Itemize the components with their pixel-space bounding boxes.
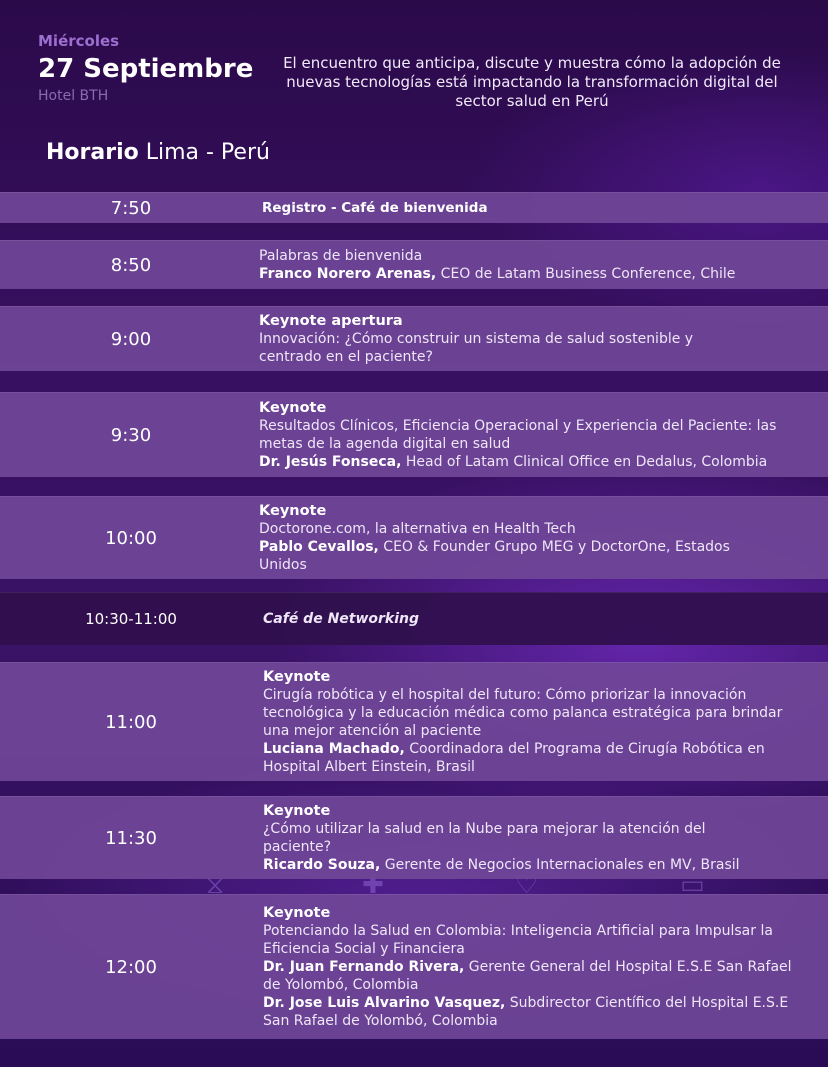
agenda-title: Keynote bbox=[263, 803, 331, 819]
agenda-time: 7:50 bbox=[110, 197, 152, 219]
speaker-name: Pablo Cevallos, bbox=[259, 539, 379, 555]
speaker-role: Gerente de Negocios Internacionales en M… bbox=[380, 857, 740, 873]
agenda-content: Keynote Doctorone.com, la alternativa en… bbox=[259, 497, 810, 579]
schedule-label: Horario bbox=[46, 140, 139, 165]
schedule-zone: Lima - Perú bbox=[138, 140, 270, 165]
agenda-time: 12:00 bbox=[105, 956, 157, 978]
agenda-row: 10:30-11:00 Café de Networking bbox=[0, 592, 828, 645]
agenda-desc: Cirugía robótica y el hospital del futur… bbox=[263, 687, 783, 739]
event-venue: Hotel BTH bbox=[38, 88, 109, 104]
event-tagline: El encuentro que anticipa, discute y mue… bbox=[283, 54, 781, 110]
agenda-content: Keynote Cirugía robótica y el hospital d… bbox=[263, 663, 810, 781]
agenda-time: 11:30 bbox=[105, 827, 157, 849]
agenda-desc: Palabras de bienvenida bbox=[259, 248, 423, 264]
speaker-name: Dr. Juan Fernando Rivera, bbox=[263, 959, 465, 975]
agenda-row: 12:00 Keynote Potenciando la Salud en Co… bbox=[0, 894, 828, 1039]
agenda-row: 9:30 Keynote Resultados Clínicos, Eficie… bbox=[0, 392, 828, 477]
event-date: 27 Septiembre bbox=[38, 54, 254, 84]
agenda-time: 11:00 bbox=[105, 711, 157, 733]
speaker-role: CEO de Latam Business Conference, Chile bbox=[436, 266, 736, 282]
agenda-row: 7:50 Registro - Café de bienvenida bbox=[0, 192, 828, 223]
agenda-title: Keynote bbox=[263, 669, 331, 685]
agenda-content: Keynote Potenciando la Salud en Colombia… bbox=[263, 895, 810, 1039]
agenda-speaker-line: Luciana Machado, Coordinadora del Progra… bbox=[263, 740, 810, 776]
agenda-title: Keynote bbox=[259, 400, 327, 416]
agenda-row: 9:00 Keynote apertura Innovación: ¿Cómo … bbox=[0, 306, 828, 371]
agenda-row: 8:50 Palabras de bienvenida Franco Norer… bbox=[0, 240, 828, 289]
agenda-time: 10:00 bbox=[105, 527, 157, 549]
agenda-row: 10:00 Keynote Doctorone.com, la alternat… bbox=[0, 496, 828, 579]
agenda-title: Keynote apertura bbox=[259, 313, 403, 329]
speaker-name: Franco Norero Arenas, bbox=[259, 266, 437, 282]
agenda-desc: Doctorone.com, la alternativa en Health … bbox=[259, 521, 576, 537]
speaker-role: Head of Latam Clinical Office en Dedalus… bbox=[401, 454, 768, 470]
event-header: Miércoles 27 Septiembre Hotel BTH El enc… bbox=[0, 0, 828, 190]
agenda-content: Registro - Café de bienvenida bbox=[262, 193, 810, 223]
agenda-time: 8:50 bbox=[110, 254, 152, 276]
speaker-name: Dr. Jose Luis Alvarino Vasquez, bbox=[263, 995, 506, 1011]
speaker-name: Luciana Machado, bbox=[263, 741, 405, 757]
event-day: Miércoles bbox=[38, 32, 120, 50]
agenda-speaker-line: Ricardo Souza, Gerente de Negocios Inter… bbox=[263, 856, 810, 874]
agenda-content: Café de Networking bbox=[263, 593, 810, 645]
agenda-content: Keynote ¿Cómo utilizar la salud en la Nu… bbox=[263, 797, 810, 879]
agenda-content: Palabras de bienvenida Franco Norero Are… bbox=[259, 241, 810, 289]
agenda-desc: Innovación: ¿Cómo construir un sistema d… bbox=[259, 331, 694, 365]
agenda-time: 9:30 bbox=[110, 424, 152, 446]
agenda-time: 10:30-11:00 bbox=[85, 610, 177, 628]
agenda-desc: Potenciando la Salud en Colombia: Inteli… bbox=[263, 923, 773, 957]
agenda-title: Keynote bbox=[259, 503, 327, 519]
schedule-heading: Horario Lima - Perú bbox=[46, 140, 270, 165]
agenda-desc: Resultados Clínicos, Eficiencia Operacio… bbox=[259, 418, 777, 452]
agenda-speaker-line: Dr. Jesús Fonseca, Head of Latam Clinica… bbox=[259, 453, 810, 471]
agenda-row: 11:00 Keynote Cirugía robótica y el hosp… bbox=[0, 662, 828, 781]
agenda-row: 11:30 Keynote ¿Cómo utilizar la salud en… bbox=[0, 796, 828, 879]
agenda-time: 9:00 bbox=[110, 328, 152, 350]
agenda-speaker-line: Pablo Cevallos, CEO & Founder Grupo MEG … bbox=[259, 538, 810, 574]
agenda-content: Keynote apertura Innovación: ¿Cómo const… bbox=[259, 307, 810, 371]
agenda-title: Keynote bbox=[263, 905, 331, 921]
speaker-name: Ricardo Souza, bbox=[263, 857, 381, 873]
agenda-speaker-line: Dr. Juan Fernando Rivera, Gerente Genera… bbox=[263, 958, 810, 994]
agenda-speaker-line: Dr. Jose Luis Alvarino Vasquez, Subdirec… bbox=[263, 994, 810, 1030]
agenda-content: Keynote Resultados Clínicos, Eficiencia … bbox=[259, 393, 810, 477]
agenda-desc: ¿Cómo utilizar la salud en la Nube para … bbox=[263, 821, 706, 855]
speaker-name: Dr. Jesús Fonseca, bbox=[259, 454, 402, 470]
agenda-speaker-line: Franco Norero Arenas, CEO de Latam Busin… bbox=[259, 265, 810, 283]
agenda-title: Registro - Café de bienvenida bbox=[262, 200, 488, 216]
agenda-title: Café de Networking bbox=[263, 611, 420, 627]
